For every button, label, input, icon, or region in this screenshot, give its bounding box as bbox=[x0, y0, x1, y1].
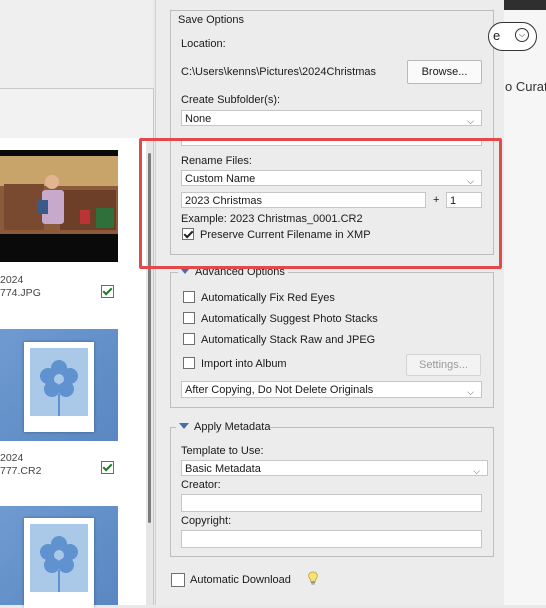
creator-input[interactable] bbox=[181, 494, 482, 512]
thumbnail-2-date: 2024 bbox=[0, 452, 24, 464]
apply-metadata-title[interactable]: Apply Metadata bbox=[194, 421, 270, 433]
disclosure-triangle-icon[interactable] bbox=[179, 423, 189, 429]
import-album-checkbox[interactable] bbox=[183, 357, 195, 369]
fix-red-eyes-label: Automatically Fix Red Eyes bbox=[201, 292, 335, 304]
subfolder-value: None bbox=[185, 113, 212, 125]
browse-button[interactable]: Browse... bbox=[407, 60, 482, 84]
thumbnail-2-filename: 777.CR2 bbox=[0, 465, 42, 477]
stack-raw-jpeg-checkbox[interactable] bbox=[183, 333, 195, 345]
thumbnail-1-date: 2024 bbox=[0, 274, 24, 286]
photo-thumbnail-2[interactable] bbox=[0, 329, 118, 441]
raw-file-card bbox=[24, 342, 94, 432]
background-window-titlebar bbox=[504, 0, 546, 10]
automatic-download-checkbox[interactable] bbox=[171, 573, 185, 587]
copyright-input[interactable] bbox=[181, 530, 482, 548]
raw-file-card bbox=[24, 518, 94, 608]
photo-thumbnail-3[interactable] bbox=[0, 506, 118, 608]
suggest-stacks-label: Automatically Suggest Photo Stacks bbox=[201, 313, 378, 325]
thumbnail-1-checkbox[interactable] bbox=[101, 285, 114, 298]
thumbnail-2-checkbox[interactable] bbox=[101, 461, 114, 474]
copyright-label: Copyright: bbox=[181, 515, 232, 527]
import-album-label: Import into Album bbox=[201, 358, 287, 370]
chevron-down-icon: ⌵ bbox=[515, 28, 529, 42]
thumbnail-1-filename: 774.JPG bbox=[0, 287, 41, 299]
fix-red-eyes-checkbox[interactable] bbox=[183, 291, 195, 303]
create-subfolder-label: Create Subfolder(s): bbox=[181, 94, 281, 106]
lightbulb-icon[interactable] bbox=[307, 571, 319, 588]
location-path: C:\Users\kenns\Pictures\2024Christmas bbox=[181, 66, 377, 78]
chevron-down-icon: ⌵ bbox=[467, 116, 474, 126]
template-dropdown[interactable]: Basic Metadata ⌵ bbox=[181, 460, 488, 476]
family-photo-image bbox=[0, 150, 118, 262]
suggest-stacks-checkbox[interactable] bbox=[183, 312, 195, 324]
stack-raw-jpeg-label: Automatically Stack Raw and JPEG bbox=[201, 334, 376, 346]
background-dropdown-pill[interactable]: e ⌵ bbox=[488, 22, 537, 51]
subfolder-dropdown[interactable]: None ⌵ bbox=[181, 110, 482, 126]
chevron-down-icon: ⌵ bbox=[467, 387, 474, 397]
photo-thumbnail-1[interactable] bbox=[0, 150, 118, 262]
after-copy-value: After Copying, Do Not Delete Originals bbox=[185, 384, 374, 396]
template-value: Basic Metadata bbox=[185, 463, 261, 475]
pill-text: e bbox=[493, 28, 501, 43]
automatic-download-label: Automatic Download bbox=[190, 574, 291, 586]
creator-label: Creator: bbox=[181, 479, 221, 491]
flower-icon bbox=[40, 536, 78, 592]
location-label: Location: bbox=[181, 38, 226, 50]
template-label: Template to Use: bbox=[181, 445, 264, 457]
thumbnail-pane-header bbox=[0, 0, 153, 89]
flower-icon bbox=[40, 360, 78, 416]
after-copy-dropdown[interactable]: After Copying, Do Not Delete Originals ⌵ bbox=[181, 381, 482, 398]
rename-files-highlight-box bbox=[139, 138, 502, 269]
chevron-down-icon: ⌵ bbox=[473, 466, 480, 476]
album-settings-button[interactable]: Settings... bbox=[406, 354, 481, 376]
save-options-title: Save Options bbox=[175, 14, 248, 26]
curate-label: o Curate bbox=[505, 79, 546, 94]
